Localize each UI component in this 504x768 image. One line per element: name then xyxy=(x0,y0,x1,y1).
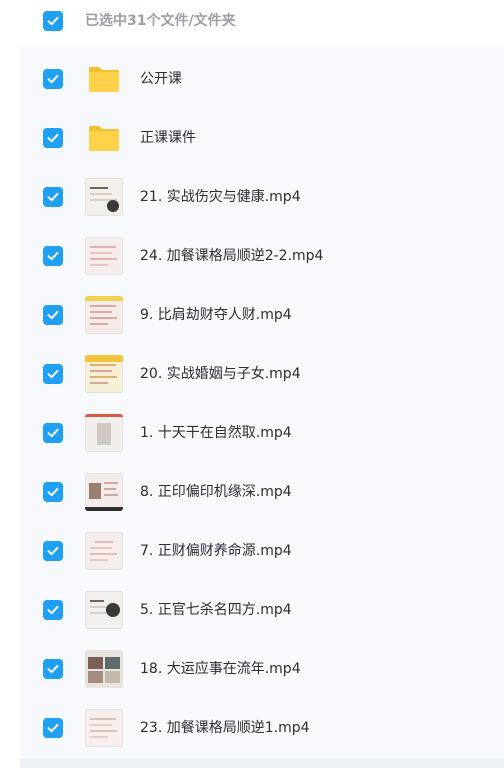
file-checkbox[interactable] xyxy=(43,482,63,502)
file-checkbox[interactable] xyxy=(43,659,63,679)
file-name: 9. 比肩劫财夺人财.mp4 xyxy=(140,307,292,323)
video-thumbnail xyxy=(85,473,123,511)
list-bottom-edge xyxy=(20,758,504,768)
file-row[interactable]: 21. 实战伤灾与健康.mp4 xyxy=(20,164,504,223)
file-checkbox[interactable] xyxy=(43,246,63,266)
checkmark-icon xyxy=(47,546,59,556)
file-selection-page: 已选中31个文件/文件夹 公开课 正课课件 21. 实战伤灾与健康.mp4 24… xyxy=(0,0,504,768)
file-row[interactable]: 24. 加餐课格局顺逆2-2.mp4 xyxy=(20,223,504,282)
file-checkbox[interactable] xyxy=(43,423,63,443)
left-gutter xyxy=(0,0,21,768)
file-checkbox[interactable] xyxy=(43,718,63,738)
file-name: 正课课件 xyxy=(140,130,196,146)
file-name: 18. 大运应事在流年.mp4 xyxy=(140,661,301,677)
video-thumbnail xyxy=(85,709,123,747)
video-thumbnail xyxy=(85,650,123,688)
file-row[interactable]: 1. 十天干在自然取.mp4 xyxy=(20,400,504,459)
checkmark-icon xyxy=(47,310,59,320)
file-checkbox[interactable] xyxy=(43,69,63,89)
file-row[interactable]: 5. 正官七杀名四方.mp4 xyxy=(20,577,504,636)
file-checkbox[interactable] xyxy=(43,128,63,148)
file-name: 23. 加餐课格局顺逆1.mp4 xyxy=(140,720,310,736)
selection-count-text: 已选中31个文件/文件夹 xyxy=(85,13,236,29)
file-checkbox[interactable] xyxy=(43,305,63,325)
file-name: 8. 正印偏印机缘深.mp4 xyxy=(140,484,292,500)
file-row[interactable]: 正课课件 xyxy=(20,105,504,164)
checkmark-icon xyxy=(47,192,59,202)
file-list: 公开课 正课课件 21. 实战伤灾与健康.mp4 24. 加餐课格局顺逆2-2.… xyxy=(20,46,504,758)
video-thumbnail xyxy=(85,178,123,216)
file-name: 7. 正财偏财养命源.mp4 xyxy=(140,543,292,559)
checkmark-icon xyxy=(47,369,59,379)
checkmark-icon xyxy=(47,251,59,261)
folder-icon xyxy=(85,60,123,98)
file-name: 1. 十天干在自然取.mp4 xyxy=(140,425,292,441)
checkmark-icon xyxy=(47,16,59,26)
video-thumbnail xyxy=(85,414,123,452)
checkmark-icon xyxy=(47,605,59,615)
folder-icon xyxy=(85,119,123,157)
checkmark-icon xyxy=(47,487,59,497)
video-thumbnail xyxy=(85,355,123,393)
file-name: 5. 正官七杀名四方.mp4 xyxy=(140,602,292,618)
file-checkbox[interactable] xyxy=(43,541,63,561)
select-all-checkbox[interactable] xyxy=(43,11,63,31)
file-name: 24. 加餐课格局顺逆2-2.mp4 xyxy=(140,248,324,264)
video-thumbnail xyxy=(85,237,123,275)
file-row[interactable]: 公开课 xyxy=(20,46,504,105)
file-name: 公开课 xyxy=(140,71,182,87)
selection-header: 已选中31个文件/文件夹 xyxy=(20,0,504,46)
file-checkbox[interactable] xyxy=(43,187,63,207)
video-thumbnail xyxy=(85,532,123,570)
file-row[interactable]: 7. 正财偏财养命源.mp4 xyxy=(20,518,504,577)
file-name: 20. 实战婚姻与子女.mp4 xyxy=(140,366,301,382)
file-row[interactable]: 20. 实战婚姻与子女.mp4 xyxy=(20,341,504,400)
file-row[interactable]: 23. 加餐课格局顺逆1.mp4 xyxy=(20,695,504,754)
file-checkbox[interactable] xyxy=(43,364,63,384)
checkmark-icon xyxy=(47,723,59,733)
checkmark-icon xyxy=(47,74,59,84)
checkmark-icon xyxy=(47,133,59,143)
file-row[interactable]: 8. 正印偏印机缘深.mp4 xyxy=(20,459,504,518)
video-thumbnail xyxy=(85,296,123,334)
video-thumbnail xyxy=(85,591,123,629)
checkmark-icon xyxy=(47,428,59,438)
file-row[interactable]: 9. 比肩劫财夺人财.mp4 xyxy=(20,282,504,341)
file-checkbox[interactable] xyxy=(43,600,63,620)
file-name: 21. 实战伤灾与健康.mp4 xyxy=(140,189,301,205)
file-row[interactable]: 18. 大运应事在流年.mp4 xyxy=(20,636,504,695)
checkmark-icon xyxy=(47,664,59,674)
